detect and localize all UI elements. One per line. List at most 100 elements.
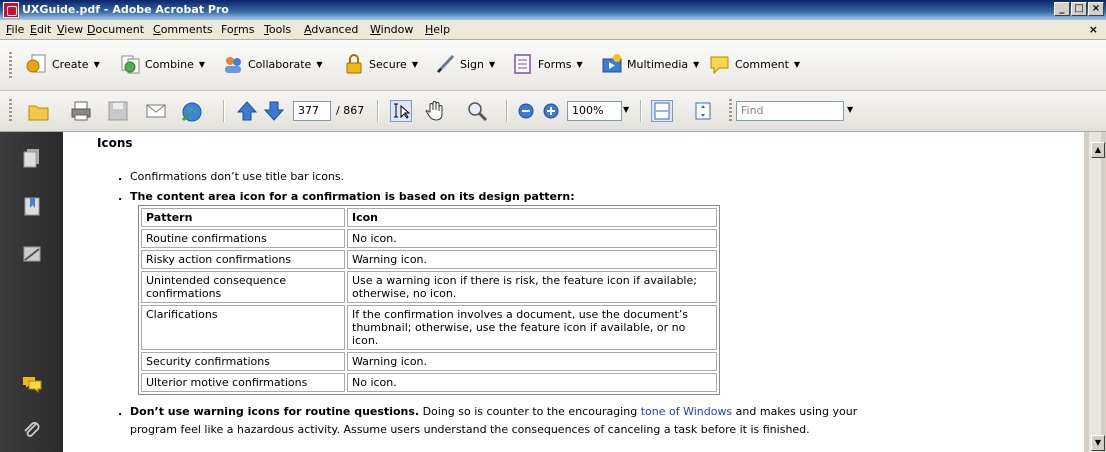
bullet-item: . Don’t use warning icons for routine que… (118, 405, 858, 418)
window-title: UXGuide.pdf - Adobe Acrobat Pro (22, 3, 229, 16)
menu-help[interactable]: Help (425, 23, 450, 36)
scroll-down-arrow-icon[interactable]: ▼ (1091, 435, 1105, 451)
menu-window[interactable]: Window (370, 23, 413, 36)
toolbar-grip[interactable] (9, 99, 12, 123)
table-row: Ulterior motive confirmations No icon. (141, 373, 717, 392)
table-header: Icon (347, 208, 717, 227)
secure-button[interactable]: Secure ▼ (343, 52, 418, 76)
table-cell: No icon. (347, 229, 717, 248)
signatures-panel-icon[interactable] (22, 244, 42, 264)
table-row: Unintended consequence confirmations Use… (141, 271, 717, 303)
section-heading: Icons (97, 136, 133, 150)
chevron-down-icon: ▼ (316, 59, 323, 69)
table-cell: Ulterior motive confirmations (141, 373, 345, 392)
toolbar-grip[interactable] (9, 52, 12, 78)
table-cell: Clarifications (141, 305, 345, 350)
find-input[interactable]: Find (736, 101, 844, 121)
hand-tool-icon[interactable] (424, 100, 446, 122)
form-icon (512, 53, 534, 75)
acrobat-app-icon[interactable] (3, 2, 19, 18)
minimize-button[interactable]: _ (1054, 2, 1070, 16)
forms-button[interactable]: Forms ▼ (512, 52, 583, 76)
navigation-pane (0, 132, 63, 452)
close-button[interactable]: × (1088, 2, 1104, 16)
menu-tools[interactable]: Tools (264, 23, 291, 36)
table-row: Clarifications If the confirmation invol… (141, 305, 717, 350)
zoom-in-icon[interactable] (540, 100, 562, 122)
chevron-down-icon: ▼ (793, 59, 801, 69)
table-cell: Risky action confirmations (141, 250, 345, 269)
comment-button[interactable]: Comment ▼ (709, 52, 800, 76)
table-row: Security confirmations Warning icon. (141, 352, 717, 371)
create-button[interactable]: Create ▼ (26, 52, 100, 76)
next-page-arrow-icon[interactable] (263, 100, 285, 122)
menu-bar: File Edit View Document Comments Forms T… (0, 20, 1106, 40)
tone-of-windows-link[interactable]: tone of Windows (641, 405, 732, 418)
toolbar-separator (223, 100, 225, 122)
bullet-continuation: program feel like a hazardous activity. … (130, 423, 810, 436)
tasks-toolbar: Create ▼ Combine ▼ Collaborate ▼ Secure ▼ Si… (0, 40, 1106, 91)
sign-button[interactable]: Sign ▼ (434, 52, 495, 76)
combine-button[interactable]: Combine ▼ (119, 52, 205, 76)
previous-page-arrow-icon[interactable] (236, 100, 258, 122)
document-close-icon[interactable]: × (1089, 23, 1098, 36)
vertical-scrollbar[interactable]: ▲ ▼ (1084, 132, 1106, 452)
maximize-button[interactable]: □ (1071, 2, 1087, 16)
table-cell: If the confirmation involves a document,… (347, 305, 717, 350)
scroll-track[interactable] (1089, 132, 1101, 452)
comment-bubble-icon (709, 53, 731, 75)
create-pdf-icon (26, 53, 48, 75)
menu-forms[interactable]: Forms (221, 23, 254, 36)
file-toolbar: 377 / 867 100% ▼ Find ▼ (0, 91, 1106, 132)
zoom-marquee-icon[interactable] (466, 100, 488, 122)
toolbar-separator (377, 100, 379, 122)
document-page: Icons . Confirmations don’t use title bar… (63, 132, 1084, 452)
table-row: Risky action confirmations Warning icon. (141, 250, 717, 269)
toolbar-grip[interactable] (729, 99, 732, 123)
print-icon[interactable] (70, 100, 92, 122)
zoom-level-select[interactable]: 100% (567, 101, 622, 121)
menu-document[interactable]: Document (87, 23, 144, 36)
table-cell: Warning icon. (347, 352, 717, 371)
lock-icon (343, 53, 365, 75)
page-count: / 867 (336, 104, 365, 117)
table-cell: Unintended consequence confirmations (141, 271, 345, 303)
table-cell: Use a warning icon if there is risk, the… (347, 271, 717, 303)
fit-page-icon[interactable] (692, 100, 714, 122)
table-header: Pattern (141, 208, 345, 227)
chevron-down-icon: ▼ (489, 59, 496, 69)
multimedia-icon (601, 53, 623, 75)
table-cell: No icon. (347, 373, 717, 392)
zoom-out-icon[interactable] (515, 100, 537, 122)
pen-icon (434, 53, 456, 75)
pages-panel-icon[interactable] (22, 148, 42, 168)
menu-view[interactable]: View (57, 23, 83, 36)
chevron-down-icon: ▼ (93, 59, 100, 69)
menu-advanced[interactable]: Advanced (304, 23, 358, 36)
menu-comments[interactable]: Comments (153, 23, 213, 36)
scroll-up-arrow-icon[interactable]: ▲ (1091, 142, 1105, 158)
select-tool-icon[interactable] (390, 100, 412, 122)
multimedia-button[interactable]: Multimedia ▼ (601, 52, 699, 76)
save-icon[interactable] (107, 100, 129, 122)
email-icon[interactable] (145, 100, 167, 122)
web-globe-icon[interactable] (180, 100, 202, 122)
attachments-paperclip-icon[interactable] (22, 420, 42, 440)
bookmarks-panel-icon[interactable] (22, 196, 42, 216)
chevron-down-icon: ▼ (693, 59, 700, 69)
toolbar-separator (640, 100, 642, 122)
menu-file[interactable]: File (6, 23, 24, 36)
design-pattern-table: Pattern Icon Routine confirmations No ic… (138, 205, 720, 395)
fit-width-icon[interactable] (651, 100, 673, 122)
collaborate-button[interactable]: Collaborate ▼ (222, 52, 322, 76)
toolbar-separator (506, 100, 508, 122)
find-dropdown-chevron-icon[interactable]: ▼ (847, 105, 853, 114)
open-folder-icon[interactable] (28, 100, 50, 122)
zoom-dropdown-chevron-icon[interactable]: ▼ (623, 105, 629, 114)
menu-edit[interactable]: Edit (30, 23, 51, 36)
page-number-input[interactable]: 377 (293, 101, 331, 121)
table-row: Routine confirmations No icon. (141, 229, 717, 248)
collaborate-icon (222, 53, 244, 75)
comments-panel-icon[interactable] (22, 374, 42, 394)
table-cell: Routine confirmations (141, 229, 345, 248)
